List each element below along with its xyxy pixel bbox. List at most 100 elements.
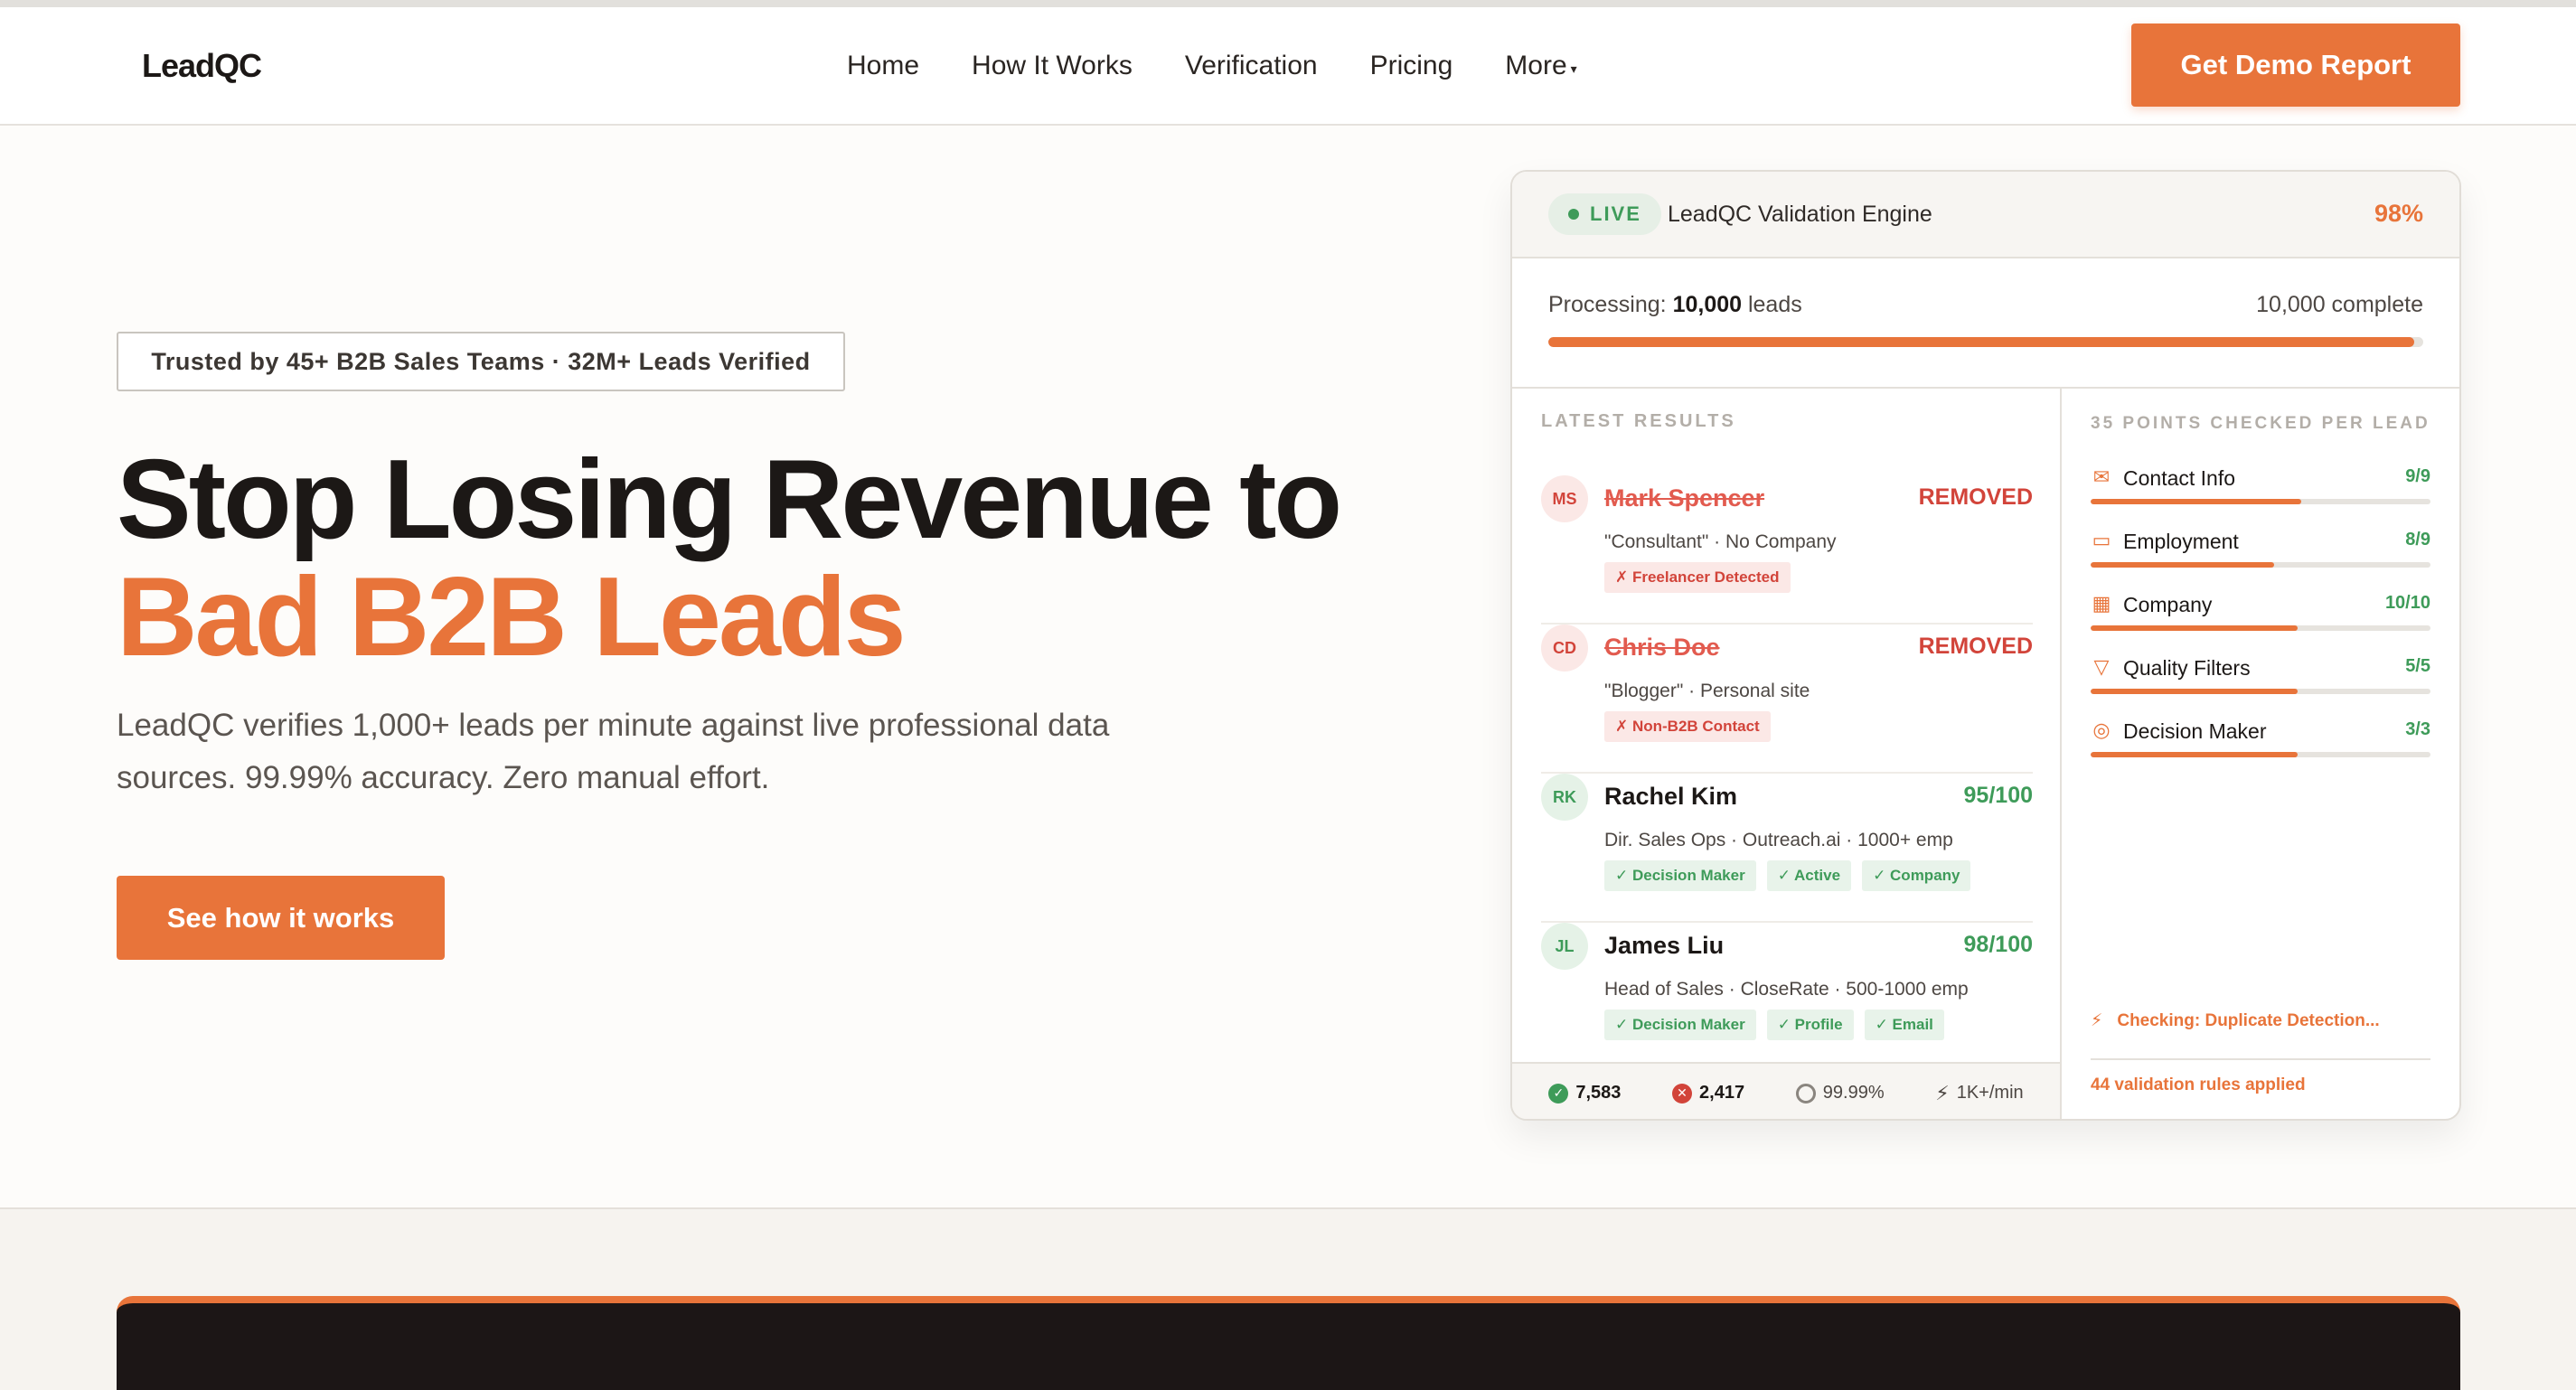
tag: ✓ Active [1766,860,1852,891]
result-row[interactable]: MS Mark Spencer REMOVED "Consultant" · N… [1541,475,2033,625]
briefcase-icon: ▭ [2092,529,2111,551]
result-score: 98/100 [1963,932,2033,957]
stat-valid-value: 7,583 [1575,1083,1622,1103]
check-label: Quality Filters [2123,656,2251,680]
bolt-icon: ⚡ [1935,1081,1950,1104]
check-label: Decision Maker [2123,719,2267,743]
filter-icon: ▽ [2093,655,2110,678]
see-how-it-works-button[interactable]: See how it works [117,876,445,960]
result-tags: ✗ Freelancer Detected [1604,562,1791,593]
logo[interactable]: LeadQC [142,47,262,85]
nav-more[interactable]: More ▾ [1505,51,1576,81]
building-icon: ▦ [2092,592,2111,615]
check-fill [2091,752,2299,757]
check-value: 9/9 [2405,466,2430,486]
result-desc: "Blogger" · Personal site [1604,681,1810,701]
avatar: JL [1541,923,1588,970]
tag: ✓ Decision Maker [1604,860,1756,891]
result-tags: ✗ Non-B2B Contact [1604,711,1771,742]
check-fill [2091,562,2275,568]
bolt-icon: ⚡ [2091,1011,2103,1030]
result-score: 95/100 [1963,783,2033,808]
result-name: James Liu [1604,932,1725,959]
caret-down-icon: ▾ [1570,61,1577,76]
tag: ✓ Company [1862,860,1971,891]
processing-progress-bar [1548,337,2423,347]
check-contact-info: ✉ Contact Info 9/9 [2091,465,2430,528]
live-label: LIVE [1590,202,1641,225]
divider [1512,387,2459,389]
check-bar [2091,499,2430,504]
target-icon [1795,1083,1816,1104]
avatar: CD [1541,625,1588,672]
check-label: Contact Info [2123,466,2236,490]
result-row[interactable]: CD Chris Doe REMOVED "Blogger" · Persona… [1541,625,2033,774]
check-bar [2091,562,2430,568]
divider [2091,1058,2430,1060]
main-nav: Home How It Works Verification Pricing M… [847,51,1577,81]
engine-title: LeadQC Validation Engine [1668,202,1932,227]
card-header: LIVE LeadQC Validation Engine 98% [1512,172,2459,258]
checks-label: 35 POINTS CHECKED PER LEAD [2091,414,2430,433]
stat-removed: ✕ 2,417 [1672,1083,1744,1104]
tag: ✓ Email [1864,1010,1944,1040]
result-status: REMOVED [1918,484,2033,510]
tag: ✓ Decision Maker [1604,1010,1756,1040]
result-row[interactable]: RK Rachel Kim 95/100 Dir. Sales Ops · Ou… [1541,774,2033,923]
result-tags: ✓ Decision Maker ✓ Active ✓ Company [1604,860,1971,891]
stat-accuracy-value: 99.99% [1822,1083,1885,1103]
avatar: RK [1541,774,1588,821]
check-circle-icon: ✓ [1548,1083,1569,1104]
live-badge: LIVE [1548,193,1661,235]
check-bar [2091,752,2430,757]
check-value: 8/9 [2405,530,2430,549]
rules-applied: 44 validation rules applied [2091,1075,2306,1094]
hero-title-line1: Stop Losing Revenue to [117,437,1342,562]
stat-accuracy: 99.99% [1795,1083,1885,1104]
stat-speed-value: 1K+/min [1956,1083,2024,1103]
result-tags: ✓ Decision Maker ✓ Profile ✓ Email [1604,1010,1944,1040]
latest-results-label: LATEST RESULTS [1541,411,1736,431]
avatar: MS [1541,475,1588,522]
envelope-icon: ✉ [2092,465,2111,488]
check-decision-maker: ◎ Decision Maker 3/3 [2091,718,2430,781]
check-fill [2091,689,2299,694]
progress-fill [1548,337,2415,347]
top-border [0,0,2576,7]
get-demo-report-button[interactable]: Get Demo Report [2131,23,2460,107]
stat-valid: ✓ 7,583 [1548,1083,1621,1104]
result-row[interactable]: JL James Liu 98/100 Head of Sales · Clos… [1541,923,2033,1072]
hero-subtitle: LeadQC verifies 1,000+ leads per minute … [117,708,1110,795]
trusted-badge: Trusted by 45+ B2B Sales Teams · 32M+ Le… [117,332,845,391]
check-value: 5/5 [2405,656,2430,676]
processing-suffix: leads [1742,292,1802,317]
processing-text: Processing: 10,000 leads [1548,292,1802,318]
nav-more-label: More [1505,51,1567,80]
processing-count: 10,000 [1672,292,1743,317]
stat-speed: ⚡ 1K+/min [1935,1082,2023,1105]
check-label: Employment [2123,530,2239,553]
hero-title: Stop Losing Revenue to Bad B2B Leads [117,437,1342,680]
checking-text: Checking: Duplicate Detection... [2117,1010,2380,1030]
x-circle-icon: ✕ [1672,1083,1693,1104]
check-fill [2091,499,2302,504]
tag: ✗ Freelancer Detected [1604,562,1791,593]
check-value: 3/3 [2405,719,2430,739]
nav-home[interactable]: Home [847,51,919,81]
nav-pricing[interactable]: Pricing [1370,51,1453,81]
site-header: LeadQC Home How It Works Verification Pr… [0,7,2576,126]
result-desc: "Consultant" · No Company [1604,531,1837,552]
check-employment: ▭ Employment 8/9 [2091,528,2430,591]
checking-status: ⚡ Checking: Duplicate Detection... [2091,1010,2380,1031]
nav-how-it-works[interactable]: How It Works [972,51,1133,81]
target-icon: ◎ [2092,718,2111,741]
result-name: Mark Spencer [1604,484,1765,512]
nav-verification[interactable]: Verification [1185,51,1318,81]
tag: ✓ Profile [1766,1010,1854,1040]
stat-removed-value: 2,417 [1699,1083,1745,1103]
check-fill [2091,625,2299,631]
result-status: REMOVED [1918,634,2033,659]
hero-title-line2: Bad B2B Leads [117,555,907,680]
check-bar [2091,625,2430,631]
processing-prefix: Processing: [1548,292,1673,317]
